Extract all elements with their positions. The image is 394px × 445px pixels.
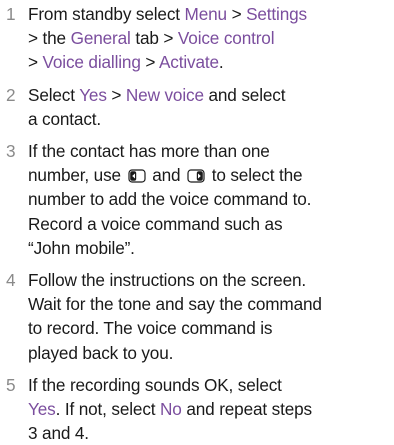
step-line: Record a voice command such as — [28, 213, 283, 234]
activate-link: Activate — [158, 52, 219, 73]
step-2: 2 Select Yes > New voice and select a co… — [6, 83, 394, 131]
step-line: played back to you. — [28, 342, 174, 363]
step-1: 1 From standby select Menu > Settings > … — [6, 2, 394, 75]
step-line: “John mobile”. — [28, 237, 135, 258]
step-line: number, use and to select the — [28, 163, 394, 187]
step-line: Wait for the tone and say the command — [28, 294, 322, 315]
steps-list: 1 From standby select Menu > Settings > … — [6, 2, 394, 445]
step-line: Yes. If not, select No and repeat steps — [28, 397, 394, 421]
step-line: Select Yes > New voice and select — [28, 83, 394, 107]
step-3: 3 If the contact has more than one numbe… — [6, 139, 394, 260]
left-navigation-key-icon — [127, 169, 146, 183]
general-tab-link: General — [70, 28, 131, 49]
voice-dialling-link: Voice dialling — [42, 52, 141, 73]
separator: > — [226, 4, 247, 24]
no-link: No — [160, 399, 182, 420]
separator: > — [28, 52, 43, 73]
step-text: tab > — [130, 28, 178, 49]
step-line: If the contact has more than one — [28, 141, 270, 162]
step-line: If the recording sounds OK, select — [28, 374, 282, 395]
voice-control-link: Voice control — [177, 28, 275, 49]
step-line: to record. The voice command is — [28, 318, 273, 339]
step-text: and repeat steps — [181, 399, 312, 420]
step-text: > the — [28, 28, 71, 49]
step-line: 3 and 4. — [28, 423, 89, 444]
settings-link: Settings — [246, 4, 307, 24]
right-navigation-key-icon — [187, 169, 205, 183]
step-text: Select — [28, 84, 80, 105]
separator: > — [106, 84, 126, 105]
step-5: 5 If the recording sounds OK, select Yes… — [6, 373, 394, 445]
instruction-page: 1 From standby select Menu > Settings > … — [0, 0, 394, 443]
step-text: to select the — [207, 165, 303, 186]
step-line: Follow the instructions on the screen. — [28, 270, 307, 291]
new-voice-link: New voice — [125, 84, 204, 105]
step-text: From standby select — [28, 4, 185, 24]
yes-link: Yes — [79, 84, 107, 105]
step-text: number, use — [28, 165, 126, 186]
step-line: > Voice dialling > Activate. — [28, 50, 394, 74]
step-number: 4 — [6, 270, 16, 291]
step-text: and — [147, 165, 186, 186]
step-text: . — [218, 52, 224, 73]
menu-link: Menu — [184, 4, 228, 24]
step-4: 4 Follow the instructions on the screen.… — [6, 268, 394, 365]
step-number: 5 — [6, 374, 16, 395]
step-line: number to add the voice command to. — [28, 189, 312, 210]
step-line: > the General tab > Voice control — [28, 26, 394, 50]
step-number: 1 — [6, 4, 16, 24]
step-line: From standby select Menu > Settings — [28, 2, 394, 26]
separator: > — [140, 52, 159, 73]
step-line: a contact. — [28, 108, 102, 129]
step-number: 3 — [6, 141, 16, 162]
step-number: 2 — [6, 84, 16, 105]
step-text: . If not, select — [55, 399, 161, 420]
yes-link: Yes — [28, 399, 56, 420]
step-text: and select — [203, 84, 286, 105]
